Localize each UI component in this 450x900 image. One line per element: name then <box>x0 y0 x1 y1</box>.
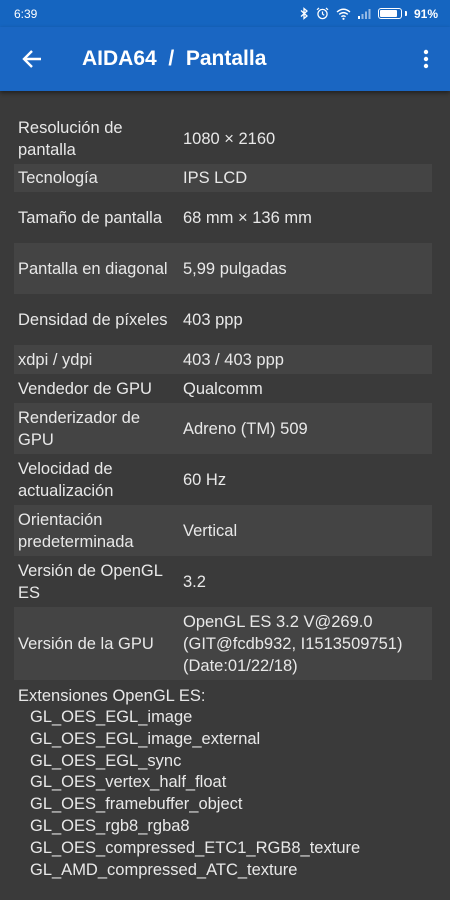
row-value: Adreno (TM) 509 <box>183 419 308 438</box>
row-value: Qualcomm <box>183 379 263 398</box>
row-value: IPS LCD <box>183 169 248 187</box>
alarm-icon <box>316 7 329 20</box>
row-label: xdpi / ydpi <box>18 350 93 369</box>
extension-item: GL_OES_EGL_sync <box>30 751 182 770</box>
info-row-gpu-vendor: Vendedor de GPU Qualcomm <box>14 374 432 403</box>
info-row-dpi: xdpi / ydpi 403 / 403 ppp <box>14 345 432 374</box>
extension-item: GL_OES_EGL_image <box>30 708 193 726</box>
status-time: 6:39 <box>14 6 38 21</box>
row-label: Tecnología <box>18 169 98 187</box>
app-bar: AIDA64 / Pantalla <box>0 27 450 91</box>
row-value: 60 Hz <box>183 470 227 489</box>
extension-item: GL_OES_compressed_ETC1_RGB8_texture <box>30 838 361 857</box>
signal-icon <box>357 9 371 19</box>
row-label: Densidad de píxeles <box>18 310 168 329</box>
info-row-technology: Tecnología IPS LCD <box>14 164 432 192</box>
info-row-pixel-density: Densidad de píxeles 403 ppp <box>14 294 432 345</box>
row-label: Versión de OpenGL ES <box>18 561 163 602</box>
info-row-refresh-rate: Velocidad de actualización 60 Hz <box>14 454 432 505</box>
row-value: 403 / 403 ppp <box>183 350 284 369</box>
status-icons: 91% <box>300 7 438 21</box>
row-label: Pantalla en diagonal <box>18 259 168 278</box>
page-title: AIDA64 / Pantalla <box>82 47 267 70</box>
wifi-icon <box>336 8 351 20</box>
extensions-title: Extensiones OpenGL ES: <box>18 687 206 705</box>
more-options-button[interactable] <box>402 27 450 91</box>
bluetooth-icon <box>300 7 308 20</box>
battery-icon <box>377 8 407 19</box>
info-row-diagonal: Pantalla en diagonal 5,99 pulgadas <box>14 243 432 294</box>
row-value: 1080 × 2160 <box>183 129 276 148</box>
display-info-list[interactable]: Resolución de pantalla 1080 × 2160 Tecno… <box>14 113 432 881</box>
more-vert-icon <box>423 49 429 69</box>
back-button[interactable] <box>0 27 64 91</box>
row-value: Vertical <box>183 521 238 540</box>
row-value: 3.2 <box>183 572 206 591</box>
info-row-opengl-version: Versión de OpenGL ES 3.2 <box>14 556 432 607</box>
extension-item: GL_OES_vertex_half_float <box>30 773 227 792</box>
row-label: Vendedor de GPU <box>18 379 152 398</box>
row-label: Versión de la GPU <box>18 634 154 653</box>
row-label: Velocidad de actualización <box>18 459 114 500</box>
row-value: OpenGL ES 3.2 V@269.0 (GIT@fcdb932, I151… <box>183 612 403 675</box>
extension-item: GL_AMD_compressed_ATC_texture <box>30 860 298 879</box>
info-row-screen-size: Tamaño de pantalla 68 mm × 136 mm <box>14 192 432 243</box>
extension-item: GL_OES_framebuffer_object <box>30 795 243 814</box>
extension-item: GL_OES_rgb8_rgba8 <box>30 816 190 835</box>
info-row-resolution: Resolución de pantalla 1080 × 2160 <box>14 113 432 164</box>
row-value: 5,99 pulgadas <box>183 259 287 278</box>
info-row-gpu-version: Versión de la GPU OpenGL ES 3.2 V@269.0 … <box>14 607 432 680</box>
status-bar: 6:39 91% <box>0 0 450 27</box>
info-row-gpu-renderer: Renderizador de GPU Adreno (TM) 509 <box>14 403 432 454</box>
row-label: Orientación predeterminada <box>18 510 134 551</box>
battery-percent: 91% <box>413 6 438 21</box>
extension-item: GL_OES_EGL_image_external <box>30 729 261 748</box>
row-label: Renderizador de GPU <box>18 408 140 449</box>
row-value: 403 ppp <box>183 310 243 329</box>
row-label: Resolución de pantalla <box>18 118 123 159</box>
arrow-left-icon <box>22 50 41 68</box>
extensions-list: GL_OES_EGL_image GL_OES_EGL_image_extern… <box>14 707 432 881</box>
row-label: Tamaño de pantalla <box>18 208 163 227</box>
info-row-orientation: Orientación predeterminada Vertical <box>14 505 432 556</box>
row-value: 68 mm × 136 mm <box>183 208 312 227</box>
